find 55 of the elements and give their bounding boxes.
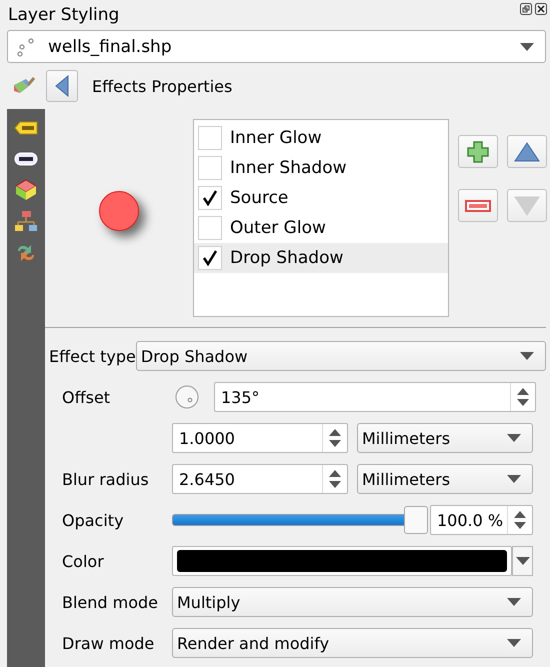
field-label: Effect type (49, 346, 136, 366)
effect-list-item[interactable]: Drop Shadow (194, 243, 448, 273)
field-label: Offset (62, 388, 112, 406)
up-button[interactable] (507, 135, 547, 168)
remove-button[interactable] (458, 189, 498, 222)
blur-spinbox[interactable]: 2.6450 (172, 464, 348, 494)
checkbox[interactable] (198, 216, 222, 240)
unit-dropdown[interactable]: Millimeters (357, 464, 533, 494)
blend-mode-dropdown[interactable]: Multiply (172, 587, 533, 617)
slider-handle[interactable] (404, 506, 428, 534)
add-button[interactable] (458, 135, 498, 168)
down-triangle-icon (514, 196, 540, 216)
cube-icon[interactable] (14, 179, 38, 201)
panel-title: Layer Styling (8, 5, 120, 25)
caret-icon (514, 556, 530, 566)
checkbox[interactable] (198, 186, 222, 210)
unit-dropdown[interactable]: Millimeters (357, 423, 533, 453)
distance-spinbox[interactable]: 1.0000 (172, 423, 348, 453)
up-triangle-icon (514, 142, 540, 162)
effect-list-item[interactable]: Outer Glow (194, 213, 448, 243)
opacity-spinbox[interactable]: 100.0 % (430, 505, 533, 535)
caret-icon (506, 638, 522, 648)
caret-icon (506, 474, 522, 484)
opacity-slider[interactable] (172, 506, 428, 534)
close-icon[interactable] (535, 3, 547, 15)
effect-type-dropdown[interactable]: Drop Shadow (136, 341, 546, 371)
hierarchy-icon[interactable] (14, 210, 38, 232)
color-menu-button[interactable] (512, 546, 533, 576)
field-label: Blur radius (62, 470, 150, 488)
effect-list-item[interactable]: Inner Shadow (194, 153, 448, 183)
caret-icon (506, 597, 522, 607)
effect-list-item[interactable]: Inner Glow (194, 123, 448, 153)
field-label: Draw mode (62, 634, 156, 652)
caret-icon (519, 42, 535, 52)
plus-icon (466, 140, 490, 164)
checkbox[interactable] (198, 156, 222, 180)
caret-icon (506, 433, 522, 443)
back-arrow-icon (54, 75, 70, 97)
section-title: Effects Properties (92, 76, 232, 96)
float-icon[interactable] (520, 3, 532, 15)
field-label: Opacity (62, 510, 125, 530)
minus-icon (465, 200, 491, 212)
field-label: Color (62, 552, 105, 570)
caret-icon (519, 351, 535, 361)
angle-dial-icon[interactable] (175, 385, 199, 409)
effect-preview-dot (99, 191, 139, 231)
checkbox[interactable] (198, 246, 222, 270)
checkbox[interactable] (198, 126, 222, 150)
layer-dropdown[interactable]: wells_final.shp (7, 30, 546, 63)
back-button[interactable] (46, 70, 78, 102)
draw-mode-dropdown[interactable]: Render and modify (172, 628, 533, 658)
angle-spinbox[interactable]: 135° (214, 382, 536, 412)
effect-list-item[interactable]: Source (194, 183, 448, 213)
color-swatch[interactable] (172, 546, 512, 576)
field-label: Blend mode (62, 592, 160, 612)
